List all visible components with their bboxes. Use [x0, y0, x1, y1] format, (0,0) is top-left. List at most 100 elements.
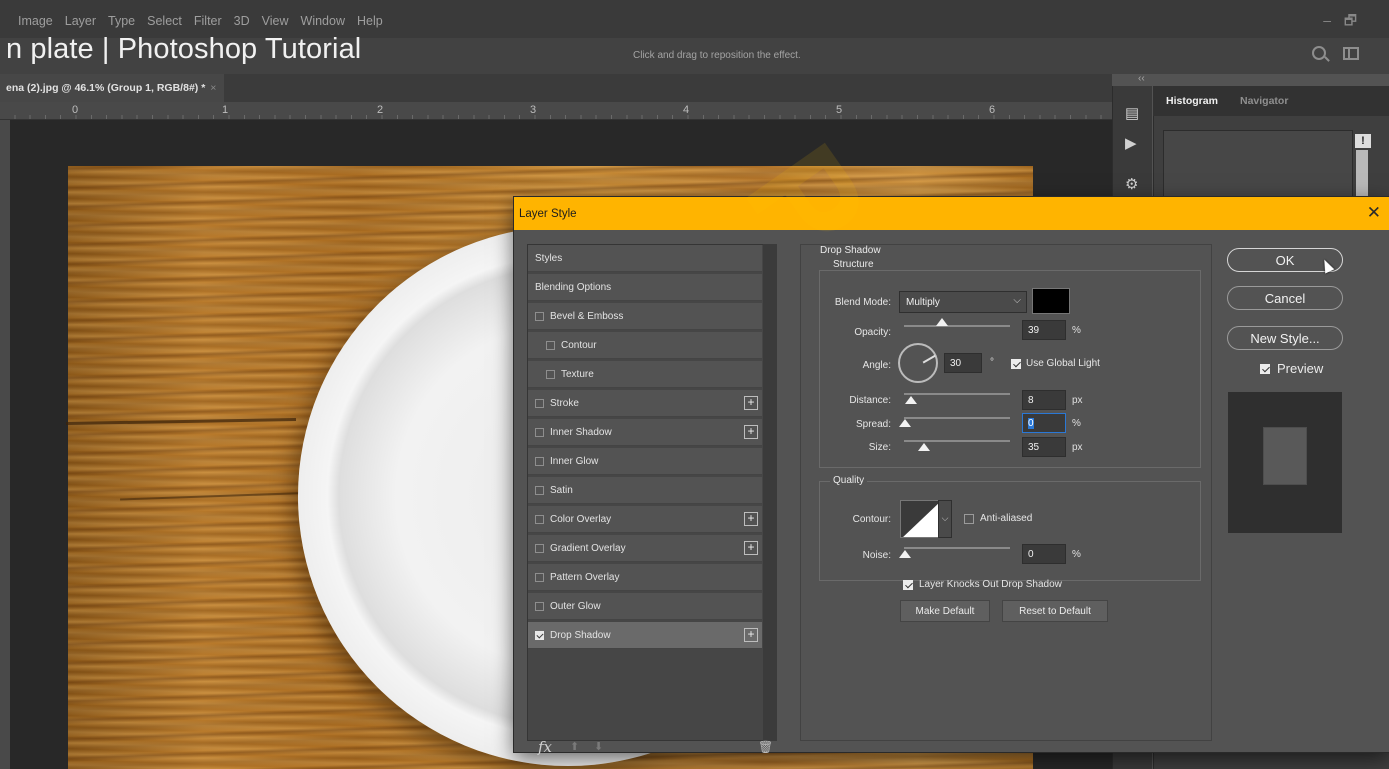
style-checkbox[interactable] — [535, 457, 544, 466]
size-slider[interactable] — [904, 440, 1010, 442]
close-tab-icon[interactable]: × — [210, 82, 216, 94]
menu-window[interactable]: Window — [301, 14, 345, 28]
properties-icon[interactable]: ⚙ — [1125, 175, 1138, 193]
layer-style-dialog: Layer Style ✕ Styles Blending Options Beve… — [514, 197, 1389, 756]
style-item-label: Gradient Overlay — [550, 543, 626, 554]
opacity-slider-thumb[interactable] — [936, 318, 948, 326]
style-checkbox[interactable] — [535, 631, 544, 640]
size-unit: px — [1072, 442, 1083, 453]
noise-slider-thumb[interactable] — [899, 550, 911, 558]
style-item-inner-shadow[interactable]: Inner Shadow + — [528, 419, 762, 446]
restore-button[interactable]: 🗗 — [1344, 10, 1357, 34]
document-tab[interactable]: ena (2).jpg @ 46.1% (Group 1, RGB/8#) * × — [0, 74, 225, 102]
style-item-drop-shadow[interactable]: Drop Shadow + — [528, 622, 762, 649]
options-hint: Click and drag to reposition the effect. — [633, 50, 801, 61]
dialog-title-bar[interactable]: Layer Style ✕ — [514, 197, 1389, 230]
styles-list-scrollbar[interactable] — [763, 244, 777, 741]
search-icon[interactable] — [1312, 46, 1326, 60]
style-checkbox[interactable] — [535, 602, 544, 611]
add-effect-icon[interactable]: + — [744, 512, 758, 526]
add-effect-icon[interactable]: + — [744, 396, 758, 410]
angle-dial[interactable] — [898, 343, 938, 383]
style-item-outer-glow[interactable]: Outer Glow — [528, 593, 762, 620]
warning-icon[interactable]: ! — [1355, 134, 1371, 148]
contour-dropdown[interactable]: ⌵ — [938, 500, 952, 538]
tab-histogram[interactable]: Histogram — [1166, 95, 1218, 107]
size-input[interactable]: 35 — [1022, 437, 1066, 457]
group-structure-title: Structure — [830, 259, 877, 270]
style-item-texture[interactable]: Texture — [528, 361, 762, 388]
collapse-panels-icon[interactable]: ‹‹ — [1138, 73, 1145, 84]
style-item-contour[interactable]: Contour — [528, 332, 762, 359]
menu-help[interactable]: Help — [357, 14, 383, 28]
opacity-slider[interactable] — [904, 325, 1010, 327]
size-slider-thumb[interactable] — [918, 443, 930, 451]
style-checkbox[interactable] — [546, 370, 555, 379]
horizontal-ruler — [0, 102, 1112, 120]
style-item-bevel-emboss[interactable]: Bevel & Emboss — [528, 303, 762, 330]
style-item-label: Inner Glow — [550, 456, 599, 467]
noise-slider[interactable] — [904, 547, 1010, 549]
spread-unit: % — [1072, 418, 1081, 429]
minimize-button[interactable]: – — [1323, 12, 1331, 28]
distance-input[interactable]: 8 — [1022, 390, 1066, 410]
style-item-inner-glow[interactable]: Inner Glow — [528, 448, 762, 475]
style-checkbox[interactable] — [546, 341, 555, 350]
style-item-blending-options[interactable]: Blending Options — [528, 274, 762, 301]
menu-image[interactable]: Image — [18, 14, 53, 28]
distance-slider[interactable] — [904, 393, 1010, 395]
blend-mode-select[interactable]: Multiply ⌵ — [899, 291, 1027, 313]
new-style-button[interactable]: New Style... — [1227, 326, 1343, 350]
add-effect-icon[interactable]: + — [744, 541, 758, 555]
style-item-stroke[interactable]: Stroke + — [528, 390, 762, 417]
opacity-input[interactable]: 39 — [1022, 320, 1066, 340]
spread-slider-thumb[interactable] — [899, 419, 911, 427]
play-icon[interactable]: ▶ — [1125, 134, 1137, 152]
style-checkbox[interactable] — [535, 428, 544, 437]
style-item-styles[interactable]: Styles — [528, 245, 762, 272]
menu-filter[interactable]: Filter — [194, 14, 222, 28]
menu-layer[interactable]: Layer — [65, 14, 96, 28]
close-icon[interactable]: ✕ — [1367, 203, 1381, 223]
menu-select[interactable]: Select — [147, 14, 182, 28]
add-effect-icon[interactable]: + — [744, 628, 758, 642]
style-item-satin[interactable]: Satin — [528, 477, 762, 504]
style-checkbox[interactable] — [535, 544, 544, 553]
knocks-out-checkbox[interactable] — [903, 580, 913, 590]
menu-view[interactable]: View — [262, 14, 289, 28]
style-checkbox[interactable] — [535, 312, 544, 321]
cancel-button[interactable]: Cancel — [1227, 286, 1343, 310]
fx-icon[interactable]: fx — [538, 738, 552, 756]
spread-slider[interactable] — [904, 417, 1010, 419]
noise-input[interactable]: 0 — [1022, 544, 1066, 564]
workspace-icon[interactable] — [1343, 47, 1359, 60]
reset-to-default-button[interactable]: Reset to Default — [1002, 600, 1108, 622]
style-checkbox[interactable] — [535, 515, 544, 524]
move-down-icon[interactable]: ⬇ — [594, 740, 603, 753]
style-checkbox[interactable] — [535, 399, 544, 408]
make-default-button[interactable]: Make Default — [900, 600, 990, 622]
menu-3d[interactable]: 3D — [234, 14, 250, 28]
trash-icon[interactable]: 🗑 — [758, 740, 773, 754]
add-effect-icon[interactable]: + — [744, 425, 758, 439]
style-checkbox[interactable] — [535, 573, 544, 582]
distance-slider-thumb[interactable] — [905, 396, 917, 404]
move-up-icon[interactable]: ⬆ — [570, 740, 579, 753]
tab-navigator[interactable]: Navigator — [1240, 95, 1288, 107]
histogram-icon[interactable]: ▤ — [1125, 104, 1139, 122]
anti-aliased-checkbox[interactable] — [964, 514, 974, 524]
preview-checkbox[interactable] — [1260, 364, 1270, 374]
chevron-down-icon: ⌵ — [1013, 295, 1021, 306]
anti-aliased-label: Anti-aliased — [980, 513, 1033, 524]
shadow-color-swatch[interactable] — [1032, 288, 1070, 314]
style-item-gradient-overlay[interactable]: Gradient Overlay + — [528, 535, 762, 562]
spread-input[interactable]: 0 — [1022, 413, 1066, 433]
contour-picker[interactable] — [900, 500, 940, 538]
style-item-color-overlay[interactable]: Color Overlay + — [528, 506, 762, 533]
style-item-label: Inner Shadow — [550, 427, 612, 438]
style-checkbox[interactable] — [535, 486, 544, 495]
menu-type[interactable]: Type — [108, 14, 135, 28]
style-item-pattern-overlay[interactable]: Pattern Overlay — [528, 564, 762, 591]
angle-input[interactable]: 30 — [944, 353, 982, 373]
use-global-light-checkbox[interactable] — [1011, 359, 1021, 369]
